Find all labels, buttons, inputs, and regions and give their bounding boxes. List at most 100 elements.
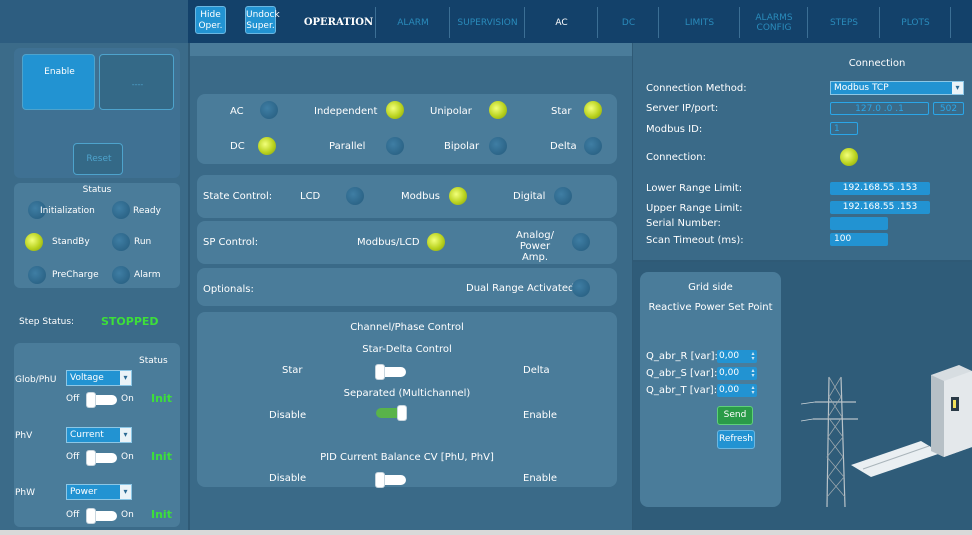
star-delta-toggle[interactable] xyxy=(376,365,406,379)
q-abr-t-label: Q_abr_T [var]: xyxy=(646,385,718,396)
ready-led xyxy=(112,201,130,219)
connection-method-select[interactable]: Modbus TCP ▾ xyxy=(830,81,964,95)
lower-range-field[interactable]: 192.168.55 .153 xyxy=(830,182,930,195)
serial-number-field[interactable] xyxy=(830,217,888,230)
phw-toggle[interactable] xyxy=(87,509,117,523)
phv-status: Init xyxy=(151,450,172,463)
toggle-knob xyxy=(398,406,406,420)
enable-button[interactable]: Enable xyxy=(22,54,95,110)
operation-panel-header xyxy=(190,43,632,56)
modbus-id-label: Modbus ID: xyxy=(646,124,703,135)
q-abr-r-field[interactable]: 0,00 ▴ ▾ xyxy=(717,350,757,363)
toggle-knob xyxy=(87,509,95,523)
precharge-label: PreCharge xyxy=(52,270,99,280)
pid-toggle[interactable] xyxy=(376,473,406,487)
blank-button-label: ---- xyxy=(131,80,144,89)
lower-range-label: Lower Range Limit: xyxy=(646,183,743,194)
star-option-label: Star xyxy=(282,365,303,376)
reset-button-label: Reset xyxy=(86,154,112,164)
star-led xyxy=(584,101,602,119)
reset-button[interactable]: Reset xyxy=(73,143,123,175)
dc-label: DC xyxy=(230,141,245,152)
grid-side-title: Grid side xyxy=(688,282,733,293)
toggle-knob xyxy=(87,451,95,465)
unipolar-label: Unipolar xyxy=(430,106,472,117)
standby-label: StandBy xyxy=(52,237,90,247)
toggle-knob xyxy=(376,473,384,487)
tab-supervision[interactable]: SUPERVISION xyxy=(451,7,525,38)
grid-side-area: Grid side Reactive Power Set Point Q_abr… xyxy=(633,262,972,530)
glob-phu-toggle[interactable] xyxy=(87,393,117,407)
delta-option-label: Delta xyxy=(523,365,550,376)
separated-toggle[interactable] xyxy=(376,406,406,420)
modbus-id-field[interactable]: 1 xyxy=(830,122,858,135)
glob-phu-select[interactable]: Voltage ▾ xyxy=(66,370,132,386)
alarm-led xyxy=(112,266,130,284)
delta-led xyxy=(584,137,602,155)
sp-control-label: SP Control: xyxy=(203,237,259,248)
blank-button[interactable]: ---- xyxy=(99,54,174,110)
tab-limits[interactable]: LIMITS xyxy=(660,7,740,38)
ac-label: AC xyxy=(230,106,244,117)
phw-label: PhW xyxy=(15,488,36,498)
connection-method-label: Connection Method: xyxy=(646,83,747,94)
q-abr-t-value: 0,00 xyxy=(719,385,740,395)
tab-alarm[interactable]: ALARM xyxy=(377,7,450,38)
modbus-led xyxy=(449,187,467,205)
modbus-lcd-label: Modbus/LCD xyxy=(357,237,420,248)
separated-disable-label: Disable xyxy=(269,410,307,421)
top-bar-left-area xyxy=(0,0,188,43)
glob-phu-label: Glob/PhU xyxy=(15,375,57,385)
glob-phu-on-label: On xyxy=(121,394,134,404)
top-navigation-bar: Hide Oper. Undock Super. OPERATION ALARM… xyxy=(0,0,972,43)
connection-panel: Connection Connection Method: Modbus TCP… xyxy=(633,43,972,260)
parallel-label: Parallel xyxy=(329,141,366,152)
upper-range-field[interactable]: 192.168.55 .153 xyxy=(830,201,930,214)
server-port-field[interactable]: 502 xyxy=(933,102,964,115)
standby-led xyxy=(25,233,43,251)
digital-label: Digital xyxy=(513,191,546,202)
tab-steps[interactable]: STEPS xyxy=(809,7,880,38)
chevron-down-icon: ▾ xyxy=(120,485,131,499)
spinner-icon[interactable]: ▴ ▾ xyxy=(750,385,756,396)
hide-oper-button[interactable]: Hide Oper. xyxy=(195,6,226,34)
phv-toggle[interactable] xyxy=(87,451,117,465)
status-bar xyxy=(0,530,972,535)
separated-title: Separated (Multichannel) xyxy=(343,388,471,399)
analog-power-amp-label: Analog/ Power Amp. xyxy=(516,230,554,263)
pid-disable-label: Disable xyxy=(269,473,307,484)
glob-phu-status: Init xyxy=(151,392,172,405)
scan-timeout-field[interactable]: 100 xyxy=(830,233,888,246)
tab-ac[interactable]: AC xyxy=(526,7,598,38)
q-abr-t-field[interactable]: 0,00 ▴ ▾ xyxy=(717,384,757,397)
phw-off-label: Off xyxy=(66,510,80,520)
q-abr-s-field[interactable]: 0,00 ▴ ▾ xyxy=(717,367,757,380)
step-status-value: STOPPED xyxy=(101,315,159,328)
optionals-label: Optionals: xyxy=(203,284,254,295)
spinner-icon[interactable]: ▴ ▾ xyxy=(750,368,756,379)
phv-select[interactable]: Current ▾ xyxy=(66,427,132,443)
send-button[interactable]: Send xyxy=(717,406,753,425)
run-led xyxy=(112,233,130,251)
undock-super-button[interactable]: Undock Super. xyxy=(245,6,280,34)
star-delta-control-title: Star-Delta Control xyxy=(362,344,452,355)
parallel-led xyxy=(386,137,404,155)
connection-status-label: Connection: xyxy=(646,152,706,163)
dual-range-label: Dual Range Activated xyxy=(466,283,575,294)
analog-led xyxy=(572,233,590,251)
server-ip-field[interactable]: 127.0 .0 .1 xyxy=(830,102,929,115)
spinner-icon[interactable]: ▴ ▾ xyxy=(750,351,756,362)
refresh-button[interactable]: Refresh xyxy=(717,430,755,449)
phw-select-value: Power xyxy=(70,487,98,497)
tab-dc[interactable]: DC xyxy=(599,7,659,38)
ready-label: Ready xyxy=(133,206,161,216)
pid-enable-label: Enable xyxy=(523,473,558,484)
tab-plots[interactable]: PLOTS xyxy=(881,7,951,38)
tab-operation[interactable]: OPERATION xyxy=(302,7,376,38)
tab-alarms-config[interactable]: ALARMS CONFIG xyxy=(741,7,808,38)
ac-led xyxy=(260,101,278,119)
bipolar-label: Bipolar xyxy=(444,141,480,152)
lcd-label: LCD xyxy=(300,191,321,202)
phw-select[interactable]: Power ▾ xyxy=(66,484,132,500)
toggle-knob xyxy=(376,365,384,379)
